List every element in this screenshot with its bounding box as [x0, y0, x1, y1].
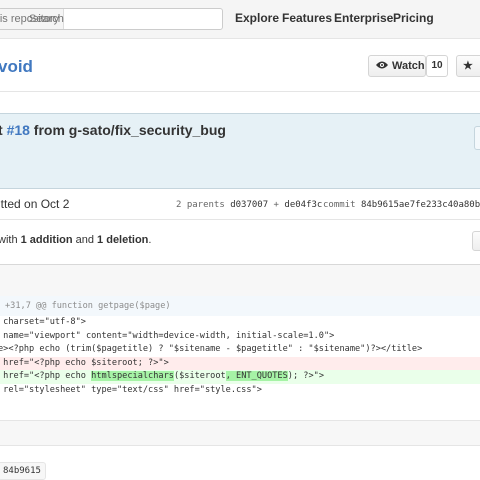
watch-label: Watch — [392, 60, 425, 72]
commit-title-box: t #18 from g-sato/fix_security_bug — [0, 113, 480, 165]
search-form[interactable]: This repository — [0, 8, 223, 30]
commit-description — [0, 164, 480, 189]
diff-stats: with 1 addition and 1 deletion. — [0, 231, 480, 251]
diff-line: e><?php echo (trim($pagetitle) ? "$siten… — [0, 344, 423, 354]
diff-line-added: href="<?php echo htmlspecialchars($siter… — [0, 370, 480, 384]
diff-line: name="viewport" content="width=device-wi… — [0, 330, 335, 341]
commit-parents: 2 parents d037007 + de04f3c — [176, 200, 323, 210]
highlight-added: , ENT_QUOTES — [225, 371, 288, 381]
diff-line: rel="stylesheet" type="text/css" href="s… — [0, 384, 262, 395]
diff-line-deleted: href="<?php echo $siteroot; ?>"> — [0, 356, 480, 370]
diff-line: charset="utf-8"> — [0, 317, 86, 327]
commit-meta: itted on Oct 2 2 parents d037007 + de04f… — [0, 189, 480, 220]
diff-table: +31,7 @@ function getpage($page) charset… — [0, 296, 480, 397]
pr-link[interactable]: #18 — [7, 122, 30, 138]
parent-sha-2[interactable]: de04f3c — [284, 200, 322, 210]
commit-sha: commit 84b9615ae7fe233c40a80bf749 — [323, 200, 480, 210]
eye-icon — [376, 61, 388, 69]
hunk-header: +31,7 @@ function getpage($page) — [0, 296, 480, 316]
commit-title: t #18 from g-sato/fix_security_bug — [0, 122, 226, 138]
star-button[interactable]: ★ — [456, 55, 480, 77]
diff-expander[interactable] — [0, 420, 480, 446]
star-icon: ★ — [463, 60, 473, 72]
footer-commit-sha[interactable]: 84b9615 — [0, 462, 46, 480]
browse-files-button[interactable] — [474, 126, 480, 150]
divider — [0, 91, 480, 92]
nav-explore[interactable]: Explore — [235, 11, 279, 25]
commit-date: itted on Oct 2 — [0, 197, 70, 211]
watch-count[interactable]: 10 — [426, 55, 448, 77]
watch-button[interactable]: Watch — [368, 55, 426, 77]
nav-features[interactable]: Features — [282, 11, 332, 25]
file-header — [0, 264, 480, 297]
commit-sha-value: 84b9615ae7fe233c40a80bf749 — [360, 200, 480, 210]
parent-sha-1[interactable]: d037007 — [230, 200, 268, 210]
nav-pricing[interactable]: Pricing — [393, 11, 434, 25]
nav-enterprise[interactable]: Enterprise — [334, 11, 393, 25]
highlight-added: htmlspecialchars — [91, 371, 174, 381]
diff-summary: with 1 addition and 1 deletion. — [0, 234, 152, 246]
search-input[interactable] — [26, 9, 219, 29]
repo-name[interactable]: void — [0, 57, 33, 77]
site-header: This repository Explore Features Enterpr… — [0, 0, 480, 39]
diff-view-toggle[interactable] — [472, 231, 480, 251]
